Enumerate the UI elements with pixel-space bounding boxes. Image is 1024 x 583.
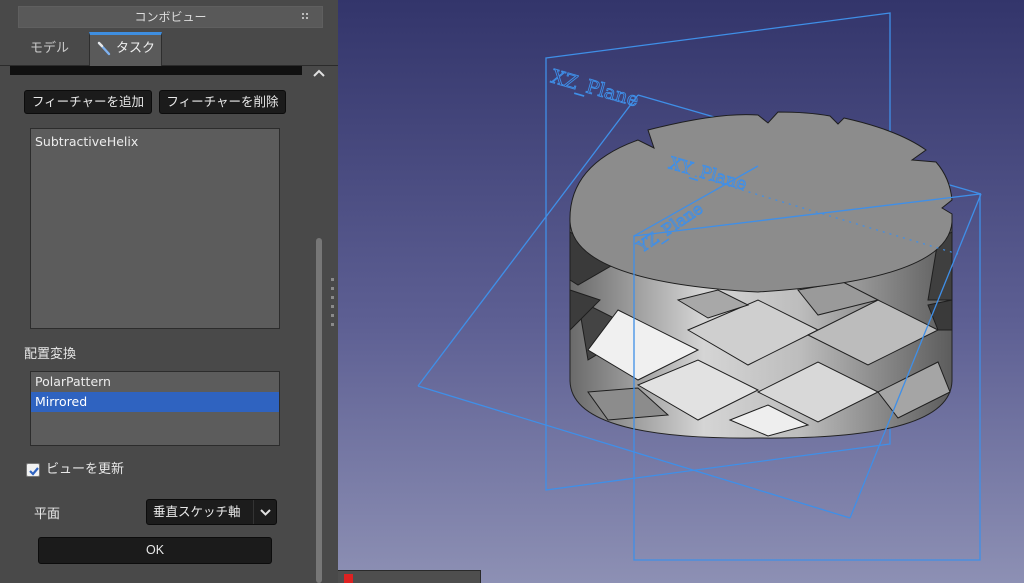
scene-svg: XZ_Plane XY_Plane YZ_Plane <box>417 12 982 561</box>
collapse-chevron-icon[interactable] <box>311 66 327 80</box>
xz-plane-label: XZ_Plane <box>549 66 641 112</box>
update-view-checkbox[interactable] <box>26 462 40 477</box>
panel-tabs: モデル タスク <box>0 32 338 66</box>
panel-scrollbar-thumb[interactable] <box>316 238 322 583</box>
add-feature-button[interactable]: フィーチャーを追加 <box>24 90 152 114</box>
freecad-logo-icon <box>344 574 353 583</box>
view-tab-bar[interactable] <box>338 570 481 583</box>
splitter-handle[interactable] <box>331 278 334 326</box>
section-header <box>10 66 302 75</box>
feature-list[interactable]: SubtractiveHelix <box>30 128 280 329</box>
float-grip-icon[interactable] <box>302 13 310 21</box>
list-item[interactable]: SubtractiveHelix <box>31 129 279 154</box>
cylinder-top-face <box>569 111 953 293</box>
transformations-list[interactable]: PolarPattern Mirrored <box>30 371 280 446</box>
3d-viewport[interactable]: XZ_Plane XY_Plane YZ_Plane <box>338 0 1024 583</box>
check-icon <box>29 466 39 476</box>
tab-task-label: タスク <box>116 41 156 56</box>
list-item-mirrored[interactable]: Mirrored <box>31 392 279 412</box>
tab-model-label: モデル <box>30 41 70 56</box>
panel-title-text: コンボビュー <box>134 10 207 24</box>
plane-select[interactable]: 垂直スケッチ軸 <box>146 499 277 525</box>
remove-feature-button[interactable]: フィーチャーを削除 <box>159 90 286 114</box>
panel-title[interactable]: コンボビュー <box>18 6 323 28</box>
transformations-label: 配置変換 <box>24 347 77 362</box>
update-view-label: ビューを更新 <box>46 462 125 477</box>
combo-view-panel: コンボビュー モデル タスク フィーチャーを追加 フィーチャーを削除 Subtr… <box>0 0 338 583</box>
tab-model[interactable]: モデル <box>30 32 69 66</box>
plane-label: 平面 <box>34 507 61 522</box>
ok-button[interactable]: OK <box>38 537 272 564</box>
list-item-polar-pattern[interactable]: PolarPattern <box>31 372 279 392</box>
chevron-down-icon[interactable] <box>253 500 276 524</box>
tab-task[interactable]: タスク <box>89 32 162 66</box>
plane-select-value: 垂直スケッチ軸 <box>153 504 241 519</box>
pencil-icon <box>97 41 111 55</box>
update-view-checkbox-row[interactable]: ビューを更新 <box>26 460 124 480</box>
